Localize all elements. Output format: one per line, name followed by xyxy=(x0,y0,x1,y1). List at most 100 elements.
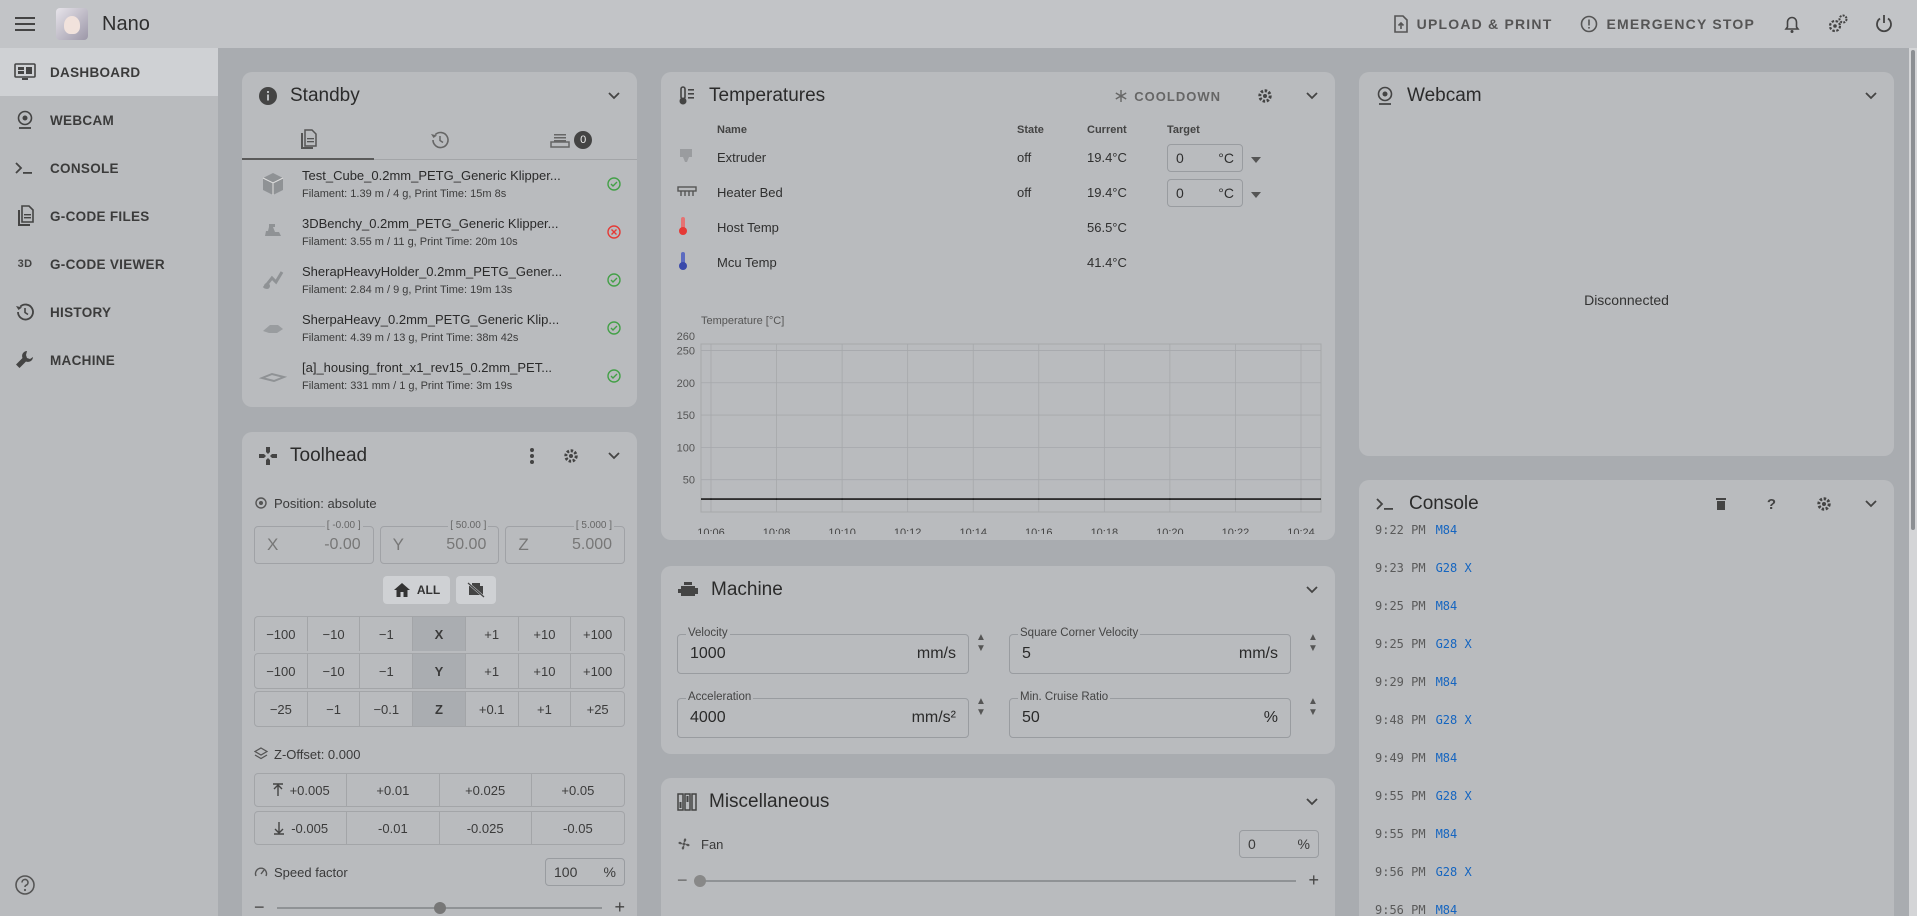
home-all-button[interactable]: ALL xyxy=(382,576,451,604)
jog-z-minus-1[interactable]: −1 xyxy=(308,692,361,726)
console-command[interactable]: G28 X xyxy=(1436,637,1472,651)
velocity-field[interactable]: Velocity 1000 mm/s xyxy=(677,627,969,674)
list-item[interactable]: Test_Cube_0.2mm_PETG_Generic Klipper... F… xyxy=(242,160,637,208)
position-x-field[interactable]: [ -0.00 ] X -0.00 xyxy=(254,520,374,564)
speed-slider-thumb[interactable] xyxy=(433,901,446,914)
chevron-down-icon[interactable] xyxy=(1305,585,1319,595)
position-z-field[interactable]: [ 5.000 ] Z 5.000 xyxy=(505,520,626,564)
fan-decrease-button[interactable]: − xyxy=(677,870,688,891)
list-item[interactable]: 3DBenchy_0.2mm_PETG_Generic Klipper... Fi… xyxy=(242,208,637,256)
jog-x-plus-10[interactable]: +10 xyxy=(519,617,572,651)
scv-stepper[interactable]: ▲ ▼ xyxy=(1306,632,1320,676)
sidebar-item-console[interactable]: CONSOLE xyxy=(0,144,218,192)
gear-icon[interactable] xyxy=(563,448,579,464)
fan-speed-input[interactable]: 0% xyxy=(1239,830,1319,858)
tab-history[interactable] xyxy=(374,120,506,159)
menu-down-icon[interactable] xyxy=(1251,156,1261,163)
min-cruise-ratio-field[interactable]: Min. Cruise Ratio 50% xyxy=(1009,691,1291,738)
jog-z-plus-0-1[interactable]: +0.1 xyxy=(466,692,519,726)
page-scrollbar[interactable] xyxy=(1909,48,1917,916)
jog-z-plus-1[interactable]: +1 xyxy=(519,692,572,726)
fan-increase-button[interactable]: + xyxy=(1308,870,1319,891)
help-circle-icon[interactable] xyxy=(14,874,36,896)
acceleration-stepper[interactable]: ▲ ▼ xyxy=(974,696,988,740)
speed-factor-input[interactable]: 100% xyxy=(545,858,625,886)
console-command[interactable]: G28 X xyxy=(1436,713,1472,727)
acceleration-field[interactable]: Acceleration 4000 mm/s² xyxy=(677,691,969,738)
zoffset-down-0025-button[interactable]: -0.025 xyxy=(440,812,532,844)
list-item[interactable]: SherpaHeavy_0.2mm_PETG_Generic Klip... Fi… xyxy=(242,304,637,352)
jog-y-minus-10[interactable]: −10 xyxy=(308,654,361,688)
console-command[interactable]: M84 xyxy=(1436,827,1458,841)
jog-x-plus-1[interactable]: +1 xyxy=(466,617,519,651)
bell-icon[interactable] xyxy=(1769,0,1815,48)
motors-off-button[interactable] xyxy=(456,576,497,604)
sidebar-item-machine[interactable]: MACHINE xyxy=(0,336,218,384)
jog-z-plus-25[interactable]: +25 xyxy=(571,692,624,726)
jog-y-plus-10[interactable]: +10 xyxy=(519,654,572,688)
chevron-down-icon[interactable] xyxy=(607,91,621,101)
jog-y-plus-100[interactable]: +100 xyxy=(571,654,624,688)
sidebar-item-dashboard[interactable]: DASHBOARD xyxy=(0,48,218,96)
tab-files[interactable] xyxy=(242,120,374,160)
chevron-down-icon[interactable] xyxy=(1864,91,1878,101)
sidebar-item-webcam[interactable]: WEBCAM xyxy=(0,96,218,144)
dots-vertical-icon[interactable] xyxy=(529,447,535,465)
tab-queue[interactable]: 0 xyxy=(505,120,637,159)
menu-icon[interactable] xyxy=(0,0,52,48)
home-x-button[interactable]: X xyxy=(413,617,466,651)
zoffset-down-001-button[interactable]: -0.01 xyxy=(347,812,440,844)
extruder-target-input[interactable]: 0 °C xyxy=(1167,143,1243,172)
fan-slider[interactable] xyxy=(693,874,1297,887)
console-command[interactable]: G28 X xyxy=(1436,561,1472,575)
jog-x-minus-10[interactable]: −10 xyxy=(308,617,361,651)
zoffset-up-001-button[interactable]: +0.01 xyxy=(347,774,440,806)
scrollbar-thumb[interactable] xyxy=(1911,50,1915,530)
zoffset-up-005-button[interactable]: +0.05 xyxy=(532,774,624,806)
emergency-stop-button[interactable]: EMERGENCY STOP xyxy=(1566,0,1769,48)
velocity-stepper[interactable]: ▲ ▼ xyxy=(974,632,988,676)
console-command[interactable]: M84 xyxy=(1436,523,1458,537)
speed-slider[interactable] xyxy=(276,901,603,914)
zoffset-down-0005-button[interactable]: -0.005 xyxy=(255,812,348,844)
fan-slider-thumb[interactable] xyxy=(693,874,706,887)
cruise-stepper[interactable]: ▲ ▼ xyxy=(1306,696,1320,740)
chevron-down-icon[interactable] xyxy=(607,451,621,461)
speed-increase-button[interactable]: + xyxy=(614,897,625,916)
list-item[interactable]: [a]_housing_front_x1_rev15_0.2mm_PET... F… xyxy=(242,352,637,400)
console-command[interactable]: M84 xyxy=(1436,675,1458,689)
list-item[interactable]: SherapHeavyHolder_0.2mm_PETG_Gener... Fil… xyxy=(242,256,637,304)
bed-target-input[interactable]: 0 °C xyxy=(1167,178,1243,207)
zoffset-down-005-button[interactable]: -0.05 xyxy=(532,812,624,844)
console-command[interactable]: G28 X xyxy=(1436,865,1472,879)
home-z-button[interactable]: Z xyxy=(413,692,466,726)
trash-icon[interactable] xyxy=(1715,497,1727,511)
speed-decrease-button[interactable]: − xyxy=(254,897,265,916)
jog-x-minus-100[interactable]: −100 xyxy=(255,617,308,651)
sidebar-item-history[interactable]: HISTORY xyxy=(0,288,218,336)
gear-icon[interactable] xyxy=(1257,88,1273,104)
cooldown-button[interactable]: COOLDOWN xyxy=(1114,89,1221,104)
menu-down-icon[interactable] xyxy=(1251,191,1261,198)
jog-y-plus-1[interactable]: +1 xyxy=(466,654,519,688)
square-corner-velocity-field[interactable]: Square Corner Velocity 5 mm/s xyxy=(1009,627,1291,674)
console-command[interactable]: M84 xyxy=(1436,599,1458,613)
jog-z-minus-0-1[interactable]: −0.1 xyxy=(360,692,414,726)
power-icon[interactable] xyxy=(1861,0,1907,48)
gear-icon[interactable] xyxy=(1816,496,1832,512)
sidebar-item-gcode-files[interactable]: G-CODE FILES xyxy=(0,192,218,240)
cogs-icon[interactable] xyxy=(1815,0,1861,48)
console-command[interactable]: M84 xyxy=(1436,903,1458,916)
console-command[interactable]: G28 X xyxy=(1436,789,1472,803)
chevron-down-icon[interactable] xyxy=(1305,797,1319,807)
jog-z-minus-25[interactable]: −25 xyxy=(255,692,308,726)
zoffset-up-0005-button[interactable]: +0.005 xyxy=(255,774,348,806)
sidebar-item-gcode-viewer[interactable]: 3D G-CODE VIEWER xyxy=(0,240,218,288)
jog-y-minus-100[interactable]: −100 xyxy=(255,654,308,688)
jog-y-minus-1[interactable]: −1 xyxy=(360,654,414,688)
console-command[interactable]: M84 xyxy=(1436,751,1458,765)
jog-x-minus-1[interactable]: −1 xyxy=(360,617,414,651)
jog-x-plus-100[interactable]: +100 xyxy=(571,617,624,651)
chevron-down-icon[interactable] xyxy=(1305,91,1319,101)
chevron-down-icon[interactable] xyxy=(1864,499,1878,509)
